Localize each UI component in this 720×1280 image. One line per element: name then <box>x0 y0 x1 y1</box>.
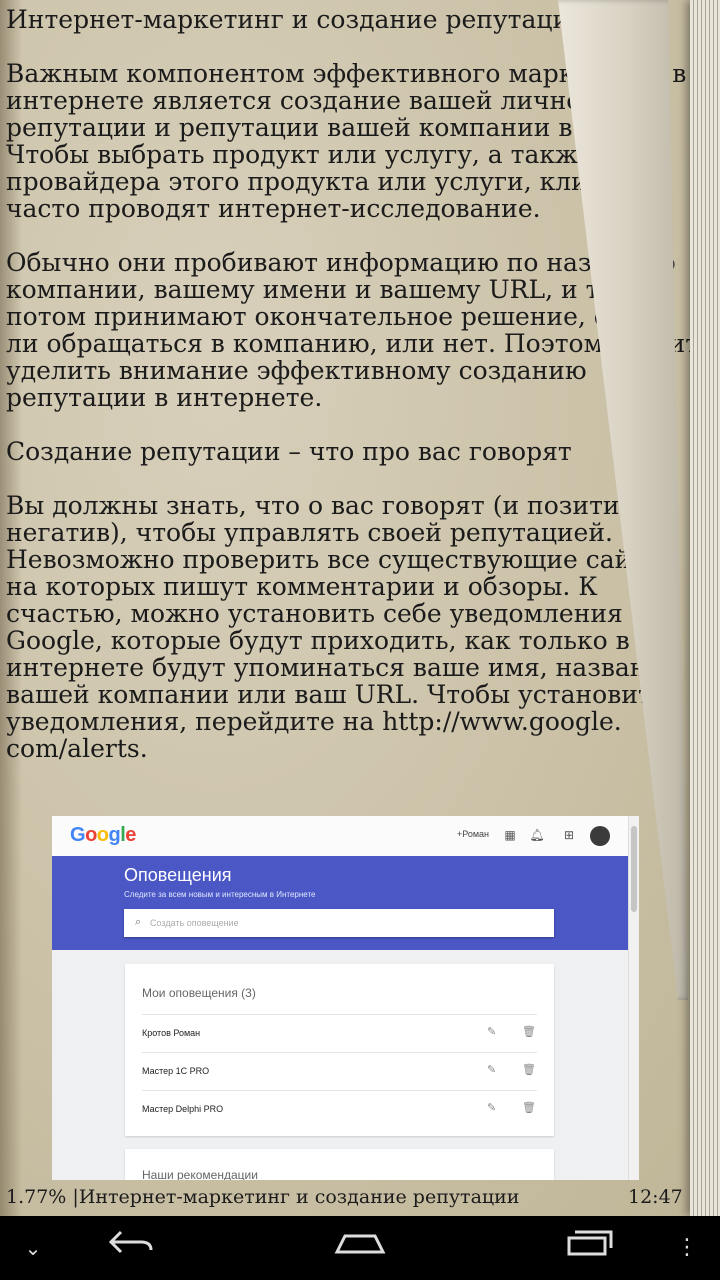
pencil-icon: ✎ <box>487 1064 497 1076</box>
reading-progress: 1.77% <box>6 1186 67 1208</box>
android-nav-bar: ⌄ ⋮ <box>0 1216 720 1280</box>
trash-icon: 🗑︎ <box>522 1102 536 1114</box>
recents-icon[interactable] <box>563 1228 617 1268</box>
logo-letter: g <box>108 824 121 846</box>
my-alerts-card: Мои оповещения (3) Кротов Роман ✎ 🗑︎ Мас… <box>125 964 554 1136</box>
embedded-google-alerts-image: Google +Роман ▦ 🔔︎ ⊞ Оповещения Следите … <box>52 816 639 1180</box>
alert-search-box: ⌕ Создать оповещение <box>124 909 554 937</box>
chevron-down-icon[interactable]: ⌄ <box>18 1228 48 1268</box>
menu-icon[interactable]: ⋮ <box>676 1228 698 1268</box>
bell-icon: 🔔︎ <box>529 828 545 842</box>
alert-name: Мастер Delphi PRO <box>142 1104 224 1114</box>
page-stack-edge <box>690 0 720 1216</box>
alert-name: Мастер 1С PRO <box>142 1066 210 1076</box>
pencil-icon: ✎ <box>487 1026 497 1038</box>
logo-letter: e <box>125 824 136 846</box>
plus-box-icon: ⊞ <box>563 828 575 842</box>
alerts-header-subtitle: Следите за всем новым и интересным в Инт… <box>124 890 316 899</box>
paragraph-3: Вы должны знать, что о вас говорят (и по… <box>6 491 678 763</box>
search-placeholder: Создать оповещение <box>150 918 239 928</box>
google-topbar: Google +Роман ▦ 🔔︎ ⊞ <box>52 816 639 857</box>
recommendations-card: Наши рекомендации <box>125 1149 554 1180</box>
logo-letter: G <box>70 824 86 846</box>
clock: 12:47 <box>628 1186 683 1208</box>
home-icon[interactable] <box>333 1228 387 1268</box>
embedded-scrollbar <box>628 816 639 1180</box>
back-icon[interactable] <box>105 1228 159 1268</box>
pencil-icon: ✎ <box>487 1102 497 1114</box>
book-title: Интернет-маркетинг и создание репутации <box>78 1186 520 1208</box>
google-logo: Google <box>70 824 136 847</box>
section-subheading: Создание репутации – что про вас говорят <box>6 437 572 466</box>
alert-row: Кротов Роман ✎ 🗑︎ <box>142 1014 537 1053</box>
alert-row: Мастер 1С PRO ✎ 🗑︎ <box>142 1052 537 1091</box>
my-alerts-title: Мои оповещения (3) <box>142 986 256 1000</box>
recommendations-title: Наши рекомендации <box>142 1168 258 1180</box>
alerts-header: Оповещения Следите за всем новым и интер… <box>52 856 629 950</box>
reader-page[interactable]: Интернет-маркетинг и создание репутации … <box>0 0 720 1216</box>
scroll-thumb <box>631 826 637 912</box>
reader-status-bar: 1.77% |Интернет-маркетинг и создание реп… <box>0 1180 690 1216</box>
apps-icon: ▦ <box>504 828 516 842</box>
search-icon: ⌕ <box>135 916 142 928</box>
user-link: +Роман <box>457 829 490 839</box>
trash-icon: 🗑︎ <box>522 1026 536 1038</box>
alert-name: Кротов Роман <box>142 1028 201 1038</box>
logo-letter: o <box>96 824 109 846</box>
logo-letter: o <box>85 824 97 846</box>
alert-row: Мастер Delphi PRO ✎ 🗑︎ <box>142 1090 537 1129</box>
alerts-header-title: Оповещения <box>124 865 232 885</box>
avatar <box>590 826 610 846</box>
status-left: 1.77% |Интернет-маркетинг и создание реп… <box>6 1186 519 1208</box>
trash-icon: 🗑︎ <box>522 1064 536 1076</box>
